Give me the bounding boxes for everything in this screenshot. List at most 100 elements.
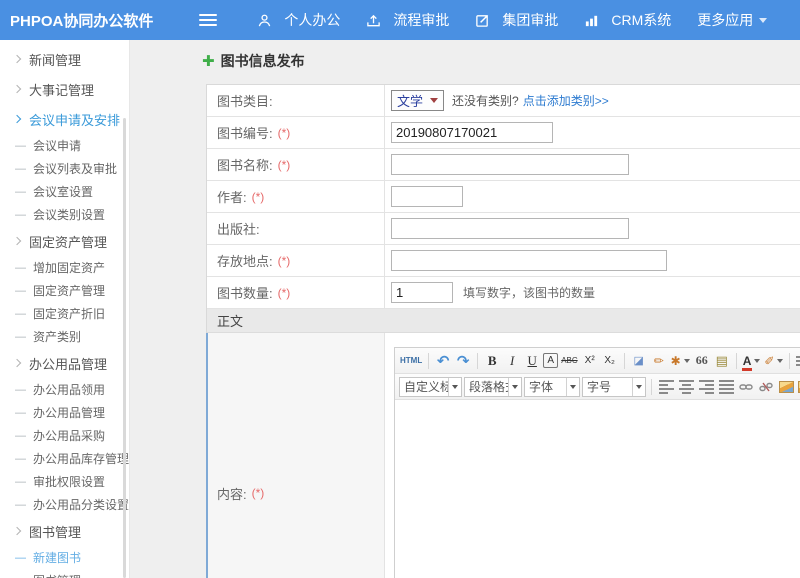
dropdown-caret-icon	[632, 378, 645, 396]
sidebar-group-固定资产管理[interactable]: 固定资产管理	[0, 226, 129, 256]
sidebar-group-会议申请及安排[interactable]: 会议申请及安排	[0, 104, 129, 134]
add-category-link[interactable]: 点击添加类别>>	[523, 92, 609, 109]
redo-icon[interactable]: ↷	[454, 351, 472, 371]
process-icon	[366, 13, 387, 28]
sidebar-item-资产类别[interactable]: —资产类别	[0, 325, 129, 348]
dash-icon: —	[15, 407, 26, 419]
menu-toggle-icon[interactable]	[199, 14, 217, 26]
align-left-icon[interactable]	[657, 377, 675, 397]
sidebar-item-增加固定资产[interactable]: —增加固定资产	[0, 256, 129, 279]
font-family-select[interactable]: 字体	[524, 377, 580, 397]
toolbar-separator	[651, 379, 652, 395]
format-brush-icon[interactable]: ✏	[650, 351, 668, 371]
sidebar-item-label: 办公用品分类设置	[33, 496, 129, 513]
sidebar-group-新闻管理[interactable]: 新闻管理	[0, 44, 129, 74]
underline-icon[interactable]: U	[523, 351, 541, 371]
auto-typeset-icon[interactable]: ✱	[670, 351, 691, 371]
font-size-select[interactable]: 字号	[582, 377, 646, 397]
dash-icon: —	[15, 384, 26, 396]
sidebar-item-办公用品采购[interactable]: —办公用品采购	[0, 424, 129, 447]
sidebar-scrollbar[interactable]	[123, 118, 126, 578]
editor-toolbar-row2: 自定义标题段落格式字体字号	[395, 374, 800, 400]
sidebar-item-会议室设置[interactable]: — 会议室设置	[0, 180, 129, 203]
char-border-icon[interactable]: A	[543, 353, 558, 368]
dash-icon: —	[15, 186, 26, 198]
form-row-location: 存放地点: (*)	[207, 245, 800, 277]
chevron-right-icon	[13, 359, 21, 367]
quantity-label: 图书数量:	[217, 283, 273, 302]
required-mark: (*)	[278, 126, 291, 140]
author-input[interactable]	[391, 186, 463, 207]
blockquote-icon[interactable]: 66	[693, 351, 711, 371]
quantity-input[interactable]	[391, 282, 453, 303]
dash-icon: —	[15, 476, 26, 488]
quantity-note: 填写数字，该图书的数量	[463, 284, 595, 301]
unlink-icon[interactable]	[757, 377, 775, 397]
eraser-icon[interactable]: ◪	[630, 351, 648, 371]
chevron-down-icon	[759, 18, 767, 23]
align-center-icon[interactable]	[677, 377, 695, 397]
source-html-icon[interactable]: HTML	[399, 351, 423, 371]
author-label: 作者:	[217, 187, 247, 206]
sidebar-item-label: 审批权限设置	[33, 473, 105, 490]
book-code-input[interactable]	[391, 122, 553, 143]
nav-item-more-apps[interactable]: 更多应用	[697, 10, 767, 30]
undo-icon[interactable]: ↶	[434, 351, 452, 371]
sidebar-item-会议类别设置[interactable]: —会议类别设置	[0, 203, 129, 226]
align-right-icon[interactable]	[697, 377, 715, 397]
sidebar-item-label: 办公用品领用	[33, 381, 105, 398]
dash-icon: —	[15, 499, 26, 511]
custom-title-select[interactable]: 自定义标题	[399, 377, 462, 397]
sidebar-item-label: 会议列表及审批	[33, 160, 117, 177]
paste-icon[interactable]: ▤	[713, 351, 731, 371]
font-color-icon[interactable]: A	[742, 351, 762, 371]
nav-item-process-approval[interactable]: 流程审批	[366, 10, 449, 30]
chevron-right-icon	[13, 85, 21, 93]
rich-text-editor: HTML↶↷BIUAABCX²X₂◪✏✱66▤A✐ 自定义标题段落格式字体字号	[394, 347, 800, 578]
sidebar-item-办公用品库存管理[interactable]: —办公用品库存管理	[0, 447, 129, 470]
nav-item-personal-office[interactable]: 个人办公	[257, 10, 340, 30]
code-label: 图书编号:	[217, 123, 273, 142]
person-icon	[257, 13, 278, 28]
sidebar-group-label: 大事记管理	[29, 80, 94, 99]
sidebar-group-办公用品管理[interactable]: 办公用品管理	[0, 348, 129, 378]
bold-icon[interactable]: B	[483, 351, 501, 371]
sidebar-item-办公用品领用[interactable]: — 办公用品领用	[0, 378, 129, 401]
highlight-color-icon[interactable]: ✐	[763, 351, 784, 371]
nav-item-crm-system[interactable]: CRM系统	[584, 10, 671, 30]
sidebar-group-大事记管理[interactable]: 大事记管理	[0, 74, 129, 104]
sidebar-item-固定资产管理[interactable]: —固定资产管理	[0, 279, 129, 302]
sidebar-item-会议申请[interactable]: —会议申请	[0, 134, 129, 157]
book-name-input[interactable]	[391, 154, 629, 175]
sidebar-item-办公用品管理[interactable]: —办公用品管理	[0, 401, 129, 424]
sidebar-item-label: 增加固定资产	[33, 259, 105, 276]
sidebar-group-图书管理[interactable]: 图书管理	[0, 516, 129, 546]
sidebar-item-label: 会议申请	[33, 137, 81, 154]
dash-icon: —	[15, 453, 26, 465]
ordered-list-icon[interactable]	[795, 351, 800, 371]
image-icon[interactable]	[777, 377, 795, 397]
sidebar-item-新建图书[interactable]: —新建图书	[0, 546, 129, 569]
sidebar-item-会议列表及审批[interactable]: —会议列表及审批	[0, 157, 129, 180]
category-select[interactable]: 文学	[391, 90, 444, 111]
publisher-input[interactable]	[391, 218, 629, 239]
sidebar-item-label: 新建图书	[33, 549, 81, 566]
subscript-icon[interactable]: X₂	[601, 351, 619, 371]
sidebar-item-图书管理[interactable]: —图书管理	[0, 569, 129, 578]
sidebar-item-label: 会议室设置	[33, 183, 93, 200]
superscript-icon[interactable]: X²	[581, 351, 599, 371]
align-justify-icon[interactable]	[717, 377, 735, 397]
sidebar-item-固定资产折旧[interactable]: —固定资产折旧	[0, 302, 129, 325]
strikethrough-icon[interactable]: ABC	[560, 351, 578, 371]
nav-item-group-approval[interactable]: 集团审批	[475, 10, 558, 30]
sidebar-item-审批权限设置[interactable]: — 审批权限设置	[0, 470, 129, 493]
paragraph-format-select[interactable]: 段落格式	[464, 377, 522, 397]
dash-icon: —	[15, 430, 26, 442]
sidebar-group-label: 图书管理	[29, 522, 81, 541]
sidebar-item-办公用品分类设置[interactable]: — 办公用品分类设置	[0, 493, 129, 516]
link-icon[interactable]	[737, 377, 755, 397]
editor-content-area[interactable]	[395, 400, 800, 578]
sidebar-group-label: 固定资产管理	[29, 232, 107, 251]
italic-icon[interactable]: I	[503, 351, 521, 371]
location-input[interactable]	[391, 250, 667, 271]
